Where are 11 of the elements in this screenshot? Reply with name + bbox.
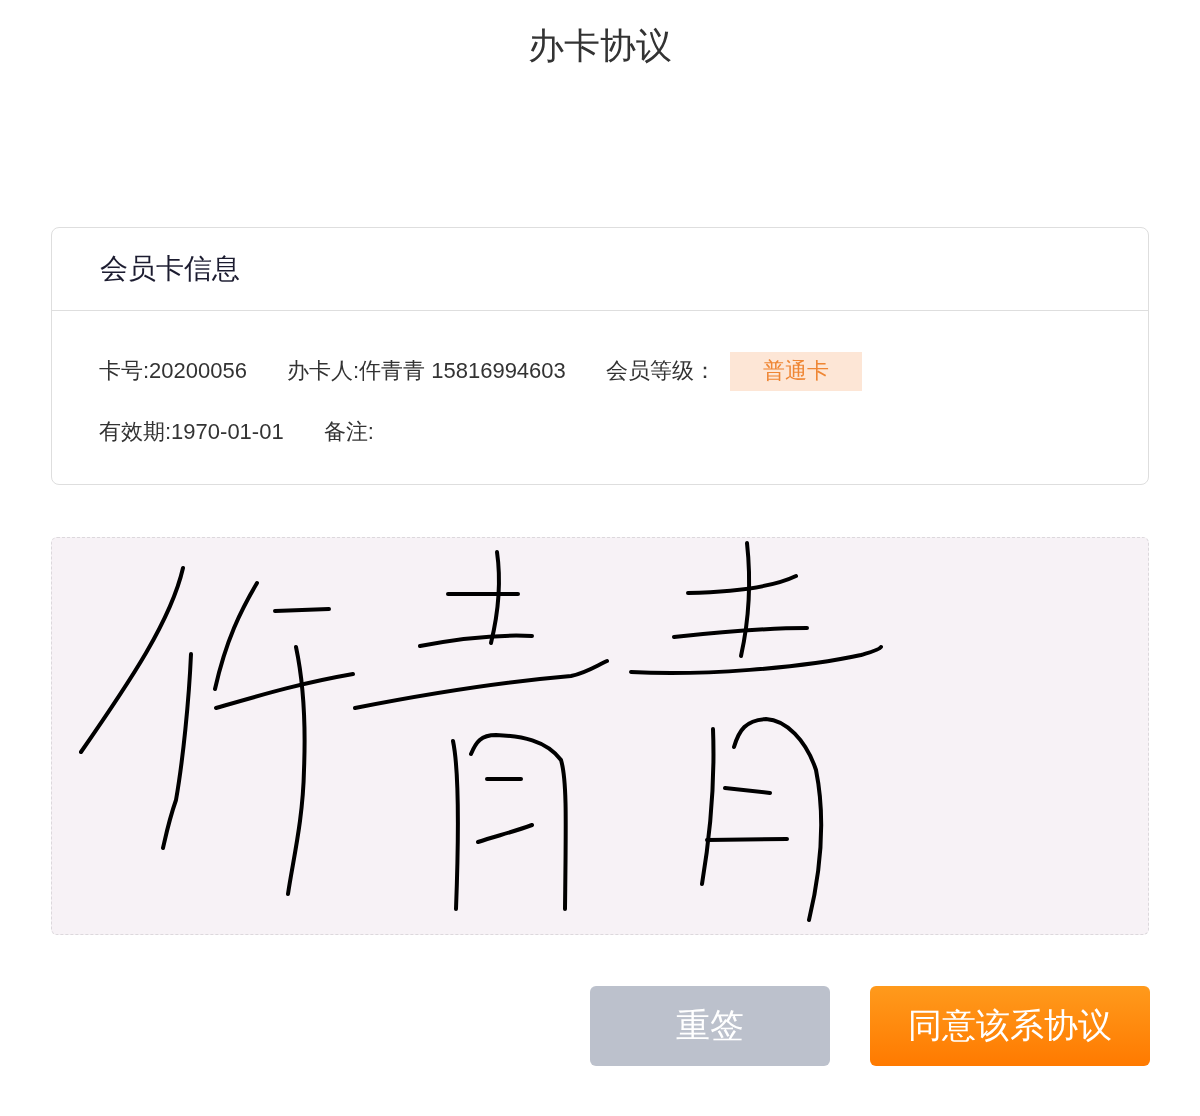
info-text: 卡号:20200056 [99,357,247,385]
page-title: 办卡协议 [528,24,672,68]
info-text: 有效期:1970-01-01 [99,418,284,446]
card-title: 会员卡信息 [100,252,240,286]
level-label: 会员等级： [605,357,716,385]
agree-button[interactable]: 同意该系协议 [870,986,1150,1066]
info-text: 办卡人:仵青青 15816994603 [287,357,566,385]
signature-pad[interactable] [51,537,1149,935]
info-text: 备注: [323,418,374,446]
re-sign-button[interactable]: 重签 [590,986,830,1066]
level-badge: 普通卡 [729,351,862,391]
